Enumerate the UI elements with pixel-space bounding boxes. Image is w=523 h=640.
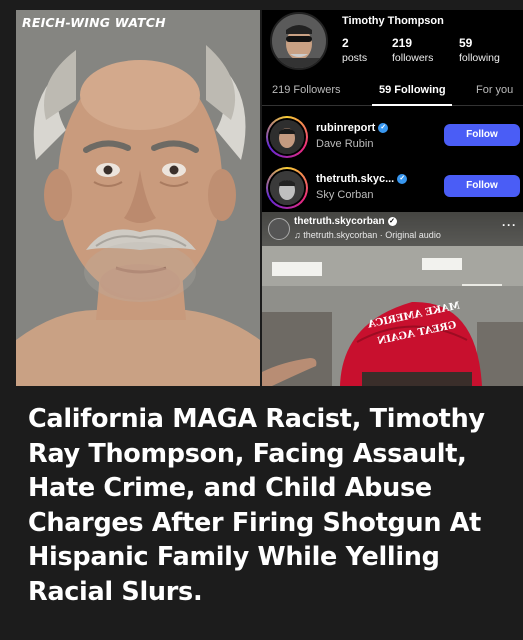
story-ring[interactable] (266, 116, 308, 158)
tab-following[interactable]: 59 Following (379, 84, 446, 96)
stat-followers-value: 219 (392, 36, 413, 50)
verified-icon: ✓ (387, 216, 397, 226)
mugshot-photo: REICH-WING WATCH (16, 10, 260, 386)
stat-following-value: 59 (459, 36, 473, 50)
stat-following-label: following (459, 52, 500, 64)
follow-button[interactable]: Follow (444, 175, 520, 197)
instagram-screenshot: Timothy Thompson 2 posts 219 followers 5… (262, 10, 523, 386)
account-username[interactable]: thetruth.skyc... ✓ (316, 173, 408, 185)
verified-icon: ✓ (378, 123, 389, 134)
verified-icon: ✓ (397, 174, 408, 185)
account-fullname: Dave Rubin (316, 138, 374, 150)
profile-name: Timothy Thompson (342, 15, 444, 27)
story-ring[interactable] (266, 167, 308, 209)
avatar-image (272, 14, 326, 68)
account-avatar (270, 120, 304, 154)
profile-avatar[interactable] (270, 12, 328, 70)
reel-audio-label[interactable]: ♫ thetruth.skycorban · Original audio (294, 230, 441, 240)
follow-tabs: 219 Followers 59 Following For you (262, 76, 523, 106)
reel-avatar[interactable] (268, 218, 290, 240)
reel-header: thetruth.skycorban ✓ ♫ thetruth.skycorban… (262, 212, 523, 246)
headline: California MAGA Racist, Timothy Ray Thom… (28, 404, 485, 607)
list-item[interactable]: rubinreport ✓ Dave Rubin Follow (262, 114, 523, 164)
account-fullname: Sky Corban (316, 189, 374, 201)
tab-followers[interactable]: 219 Followers (272, 84, 340, 96)
account-username[interactable]: rubinreport ✓ (316, 122, 389, 134)
stat-followers[interactable]: 219 followers (392, 36, 433, 64)
stat-posts-label: posts (342, 52, 368, 64)
follow-button[interactable]: Follow (444, 124, 520, 146)
stat-following[interactable]: 59 following (459, 36, 500, 64)
more-options-icon[interactable]: ··· (502, 218, 517, 232)
reel-video[interactable]: MAKE AMERICA GREAT AGAIN thetruth.skycor… (262, 212, 523, 386)
tab-for-you[interactable]: For you (476, 84, 513, 96)
account-avatar (270, 171, 304, 205)
active-tab-indicator (372, 104, 452, 106)
list-item[interactable]: thetruth.skyc... ✓ Sky Corban Follow (262, 165, 523, 215)
stat-posts[interactable]: 2 posts (342, 36, 367, 64)
reel-username[interactable]: thetruth.skycorban ✓ (294, 216, 397, 227)
mugshot-illustration (16, 10, 260, 386)
stat-posts-value: 2 (342, 36, 349, 50)
watermark-label: REICH-WING WATCH (22, 15, 166, 30)
stat-followers-label: followers (392, 52, 434, 64)
